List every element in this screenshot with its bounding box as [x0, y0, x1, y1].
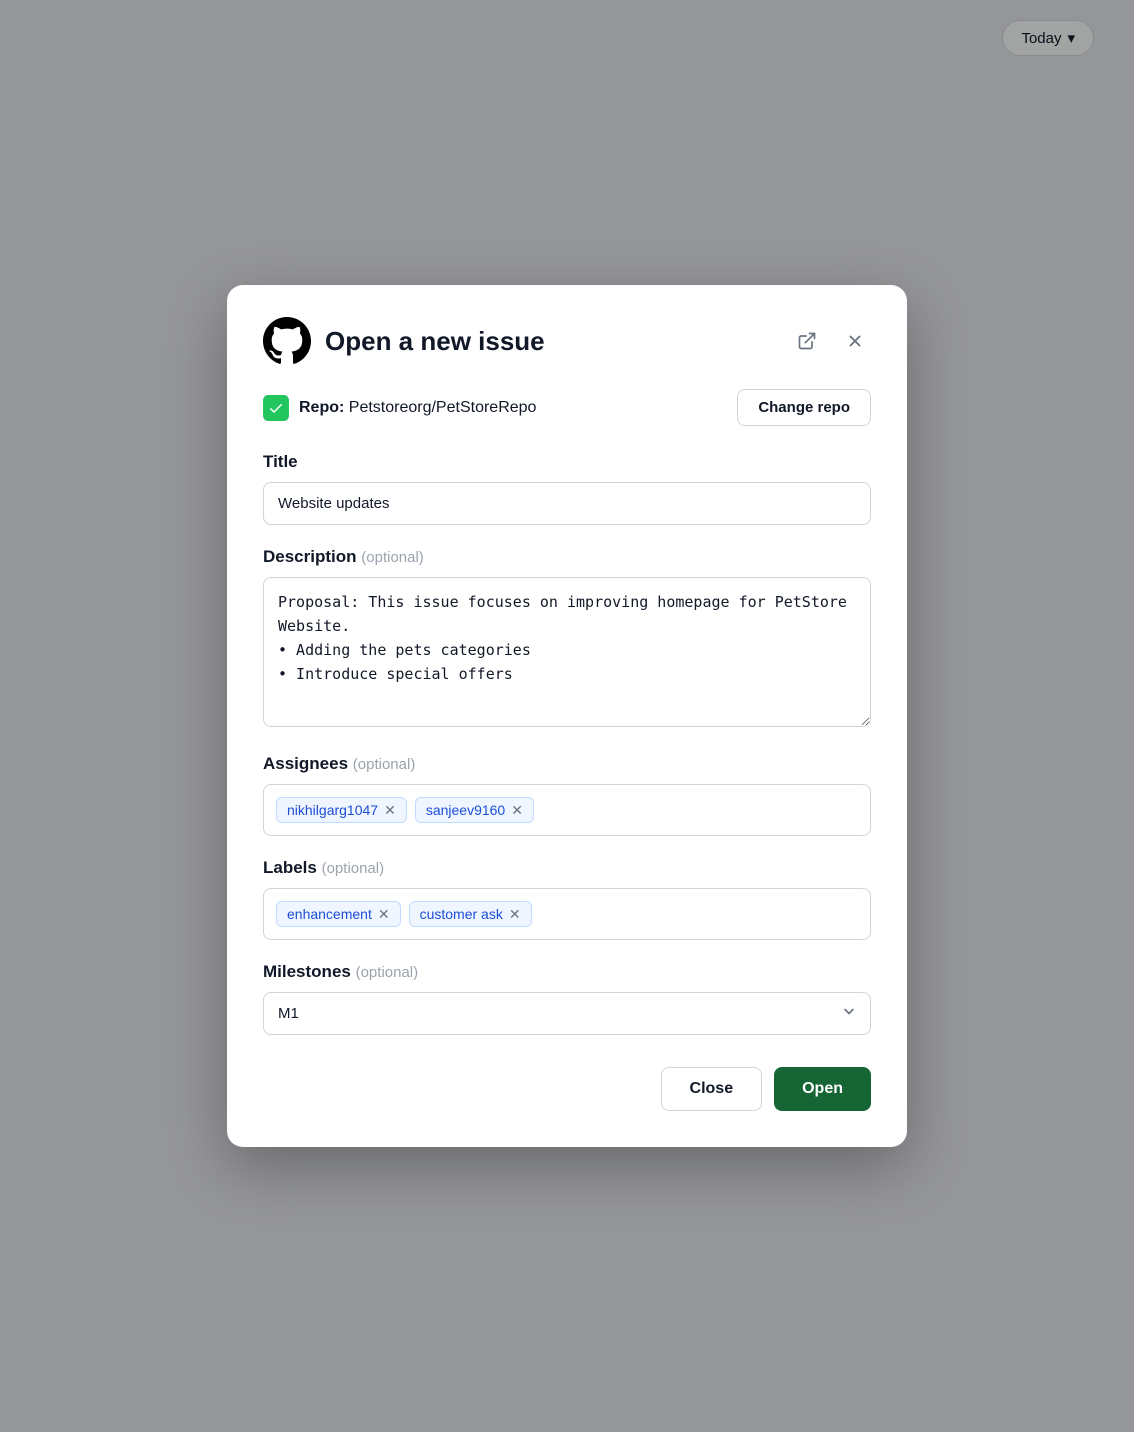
label-tag-enhancement: enhancement ✕	[276, 901, 401, 927]
repo-info: Repo: Petstoreorg/PetStoreRepo	[263, 395, 536, 421]
assignees-input-box[interactable]: nikhilgarg1047 ✕ sanjeev9160 ✕	[263, 784, 871, 836]
change-repo-button[interactable]: Change repo	[737, 389, 871, 426]
assignee-tag-nikhilgarg: nikhilgarg1047 ✕	[276, 797, 407, 823]
modal-header-icons	[791, 325, 871, 357]
open-issue-button[interactable]: Open	[774, 1067, 871, 1111]
modal-header: Open a new issue	[263, 317, 871, 365]
milestones-select[interactable]: M1 M2 M3	[263, 992, 871, 1035]
label-tag-customer-ask-text: customer ask	[420, 906, 503, 922]
close-dialog-button[interactable]: Close	[661, 1067, 763, 1111]
assignees-label-text: Assignees	[263, 754, 348, 773]
labels-label-text: Labels	[263, 858, 317, 877]
label-tag-customer-ask: customer ask ✕	[409, 901, 532, 927]
labels-label: Labels (optional)	[263, 858, 871, 878]
remove-assignee-nikhilgarg-button[interactable]: ✕	[384, 803, 396, 817]
remove-assignee-sanjeev-button[interactable]: ✕	[511, 803, 523, 817]
remove-label-customer-ask-button[interactable]: ✕	[509, 907, 521, 921]
description-textarea[interactable]: Proposal: This issue focuses on improvin…	[263, 577, 871, 727]
repo-label: Repo: Petstoreorg/PetStoreRepo	[299, 399, 536, 417]
description-label-text: Description	[263, 547, 357, 566]
title-label-text: Title	[263, 452, 298, 471]
description-label: Description (optional)	[263, 547, 871, 567]
modal-dialog: Open a new issue	[227, 285, 907, 1147]
repo-check-icon	[263, 395, 289, 421]
assignees-optional-text: (optional)	[353, 756, 416, 773]
description-optional-text: (optional)	[361, 549, 424, 566]
label-tag-enhancement-text: enhancement	[287, 906, 372, 922]
assignee-tag-sanjeev-label: sanjeev9160	[426, 802, 505, 818]
external-link-button[interactable]	[791, 325, 823, 357]
modal-title-group: Open a new issue	[263, 317, 545, 365]
assignees-label: Assignees (optional)	[263, 754, 871, 774]
modal-title: Open a new issue	[325, 326, 545, 357]
milestones-optional-text: (optional)	[356, 964, 419, 981]
repo-row: Repo: Petstoreorg/PetStoreRepo Change re…	[263, 389, 871, 426]
assignee-tag-sanjeev: sanjeev9160 ✕	[415, 797, 534, 823]
milestones-select-wrapper: M1 M2 M3	[263, 992, 871, 1035]
close-button[interactable]	[839, 325, 871, 357]
milestones-label: Milestones (optional)	[263, 962, 871, 982]
title-input[interactable]	[263, 482, 871, 525]
assignee-tag-nikhilgarg-label: nikhilgarg1047	[287, 802, 378, 818]
labels-optional-text: (optional)	[322, 860, 385, 877]
milestones-label-text: Milestones	[263, 962, 351, 981]
modal-backdrop: Open a new issue	[0, 0, 1134, 1432]
github-logo-icon	[263, 317, 311, 365]
title-label: Title	[263, 452, 871, 472]
modal-footer: Close Open	[263, 1067, 871, 1111]
remove-label-enhancement-button[interactable]: ✕	[378, 907, 390, 921]
labels-input-box[interactable]: enhancement ✕ customer ask ✕	[263, 888, 871, 940]
